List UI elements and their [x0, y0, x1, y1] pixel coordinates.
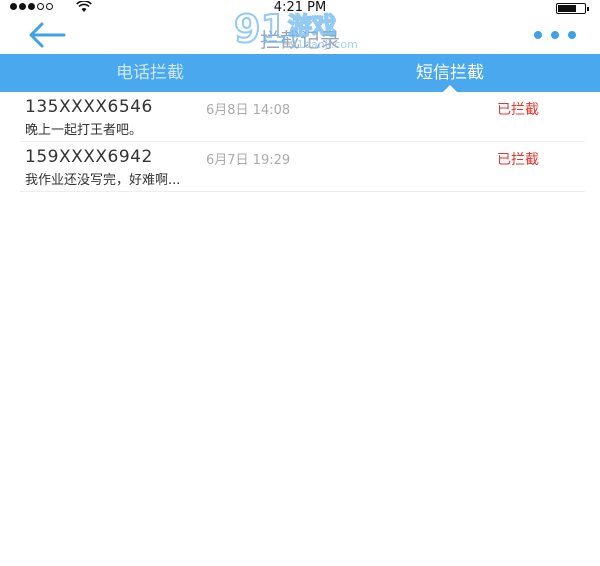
tab-sms-block[interactable]: 短信拦截: [300, 54, 600, 92]
more-button[interactable]: [534, 28, 578, 42]
tab-label: 短信拦截: [416, 63, 484, 83]
message-sender: 135XXXX6546: [25, 97, 153, 117]
message-time: 6月7日 19:29: [206, 153, 291, 168]
message-preview: 我作业还没写完，好难啊...: [25, 173, 181, 188]
watermark-subtext: 91danji.com: [290, 38, 358, 51]
tab-call-block[interactable]: 电话拦截: [0, 54, 300, 92]
more-dot: [534, 31, 542, 39]
more-dot: [568, 31, 576, 39]
message-item[interactable]: 159XXXX6942 6月7日 19:29 已拦截 我作业还没写完，好难啊..…: [20, 142, 585, 192]
battery-icon: [556, 3, 589, 14]
blocked-status: 已拦截: [497, 102, 539, 118]
tab-bar: 电话拦截 短信拦截: [0, 54, 600, 92]
tab-active-indicator: [443, 85, 457, 92]
message-sender: 159XXXX6942: [25, 147, 153, 167]
message-time: 6月8日 14:08: [206, 103, 291, 118]
nav-bar: 拦截记录 91 游戏 91danji.com: [0, 6, 600, 54]
message-preview: 晚上一起打王者吧。: [25, 123, 143, 138]
watermark-text: 游戏: [288, 12, 336, 40]
watermark-number: 91: [234, 7, 287, 51]
more-dot: [551, 31, 559, 39]
message-item[interactable]: 135XXXX6546 6月8日 14:08 已拦截 晚上一起打王者吧。: [20, 92, 585, 142]
watermark-logo: 91 游戏 91danji.com: [233, 6, 358, 52]
blocked-status: 已拦截: [497, 152, 539, 168]
message-list: 135XXXX6546 6月8日 14:08 已拦截 晚上一起打王者吧。 159…: [0, 92, 600, 192]
